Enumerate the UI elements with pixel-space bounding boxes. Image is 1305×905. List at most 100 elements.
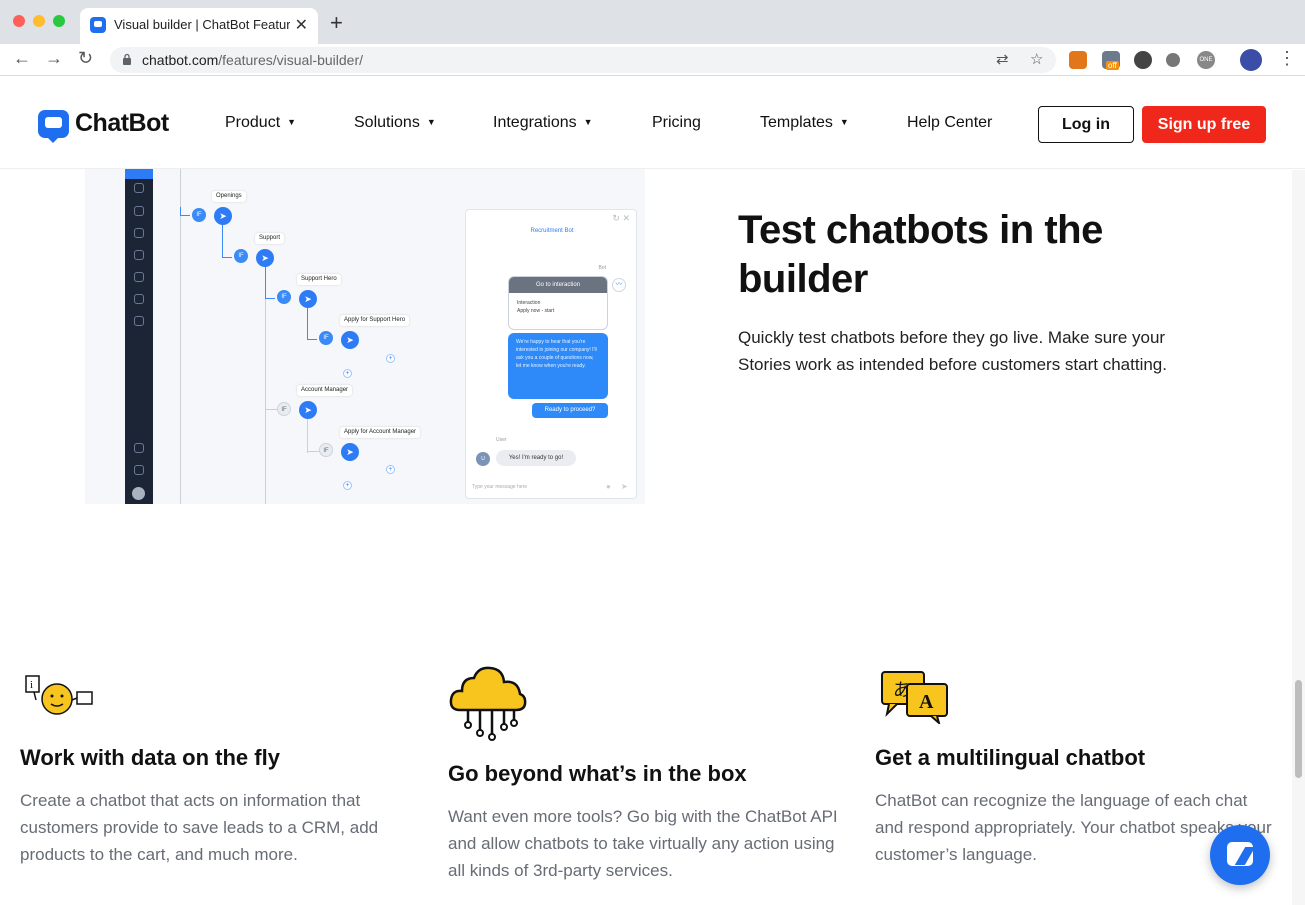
wave-icon: 〰 bbox=[612, 278, 626, 292]
settings-icon bbox=[134, 465, 144, 475]
nav-product[interactable]: Product ▼ bbox=[225, 114, 296, 132]
dropdown-caret-icon: ▼ bbox=[839, 117, 849, 127]
add-node-icon: + bbox=[343, 481, 352, 490]
nav-help-center[interactable]: Help Center bbox=[907, 114, 992, 132]
browser-toolbar: ← → ↻ chatbot.com/features/visual-builde… bbox=[0, 44, 1305, 76]
back-arrow-icon[interactable]: ← bbox=[13, 48, 31, 69]
feature-description: Want even more tools? Go big with the Ch… bbox=[448, 807, 838, 880]
nav-integrations[interactable]: Integrations ▼ bbox=[493, 114, 593, 132]
chat-preview-window: ↻ ✕ Recruitment Bot Bot Go to interactio… bbox=[465, 209, 637, 499]
send-node-icon: ➤ bbox=[299, 290, 317, 308]
nav-solutions[interactable]: Solutions ▼ bbox=[354, 114, 436, 132]
svg-text:i: i bbox=[30, 679, 33, 691]
send-icon: ➤ bbox=[621, 482, 628, 491]
chatbot-logo[interactable]: ChatBot bbox=[38, 109, 169, 143]
site-header: ChatBot Product ▼ Solutions ▼ Integrations… bbox=[0, 77, 1305, 169]
hero-description: Quickly test chatbots before they go liv… bbox=[738, 328, 1167, 374]
address-bar[interactable]: chatbot.com/features/visual-builder/ ⇄ ☆ bbox=[110, 47, 1056, 73]
feature-title: Get a multilingual chatbot bbox=[875, 745, 1146, 770]
chatbot-logo-icon bbox=[38, 109, 69, 143]
tab-title: Visual builder | ChatBot Features bbox=[114, 17, 290, 32]
chat-widget-button[interactable] bbox=[1210, 825, 1270, 885]
page-scrollbar[interactable] bbox=[1292, 170, 1305, 905]
extension-dot-icon[interactable] bbox=[1166, 53, 1180, 67]
send-node-icon: ➤ bbox=[256, 249, 274, 267]
close-icon: ↻ ✕ bbox=[612, 213, 630, 223]
extension-one-icon[interactable]: ONE bbox=[1197, 51, 1215, 69]
add-node-icon: + bbox=[343, 369, 352, 378]
feature-description: Create a chatbot that acts on informatio… bbox=[20, 791, 379, 864]
interaction-card: Go to interaction Interaction Apply now … bbox=[508, 276, 608, 330]
dropdown-caret-icon: ▼ bbox=[287, 117, 297, 127]
bot-label: Bot bbox=[598, 265, 606, 271]
chart-icon bbox=[134, 294, 144, 304]
login-button[interactable]: Log in bbox=[1038, 106, 1134, 143]
node-apply-support-hero: Apply for Support Hero bbox=[340, 315, 410, 326]
builder-avatar bbox=[132, 487, 145, 500]
quick-reply-button: Ready to proceed? bbox=[532, 403, 608, 418]
send-node-icon: ➤ bbox=[214, 207, 232, 225]
zoom-window-button[interactable] bbox=[53, 15, 65, 27]
send-node-icon: ➤ bbox=[299, 401, 317, 419]
visual-builder-screenshot: Openings IF ➤ Support IF ➤ Support Hero … bbox=[85, 169, 645, 504]
flow-icon bbox=[134, 183, 144, 193]
cloud-circuit-icon bbox=[449, 666, 527, 741]
browser-menu-icon[interactable]: ⋮ bbox=[1278, 48, 1296, 69]
user-avatar: U bbox=[476, 452, 490, 466]
hero-title: Test chatbots in the builder bbox=[738, 208, 1103, 301]
user-message: Yes! I'm ready to go! bbox=[496, 450, 576, 466]
bookmark-star-icon[interactable]: ☆ bbox=[1030, 50, 1043, 68]
signup-button[interactable]: Sign up free bbox=[1142, 106, 1266, 143]
close-tab-icon[interactable]: ✕ bbox=[295, 15, 308, 35]
svg-text:A: A bbox=[919, 691, 934, 713]
integrations-icon bbox=[134, 316, 144, 326]
if-node: IF bbox=[319, 443, 333, 457]
card-line: Apply now - start bbox=[517, 308, 555, 314]
extension-off-badge: off bbox=[1106, 61, 1119, 70]
history-icon bbox=[134, 272, 144, 282]
profile-avatar[interactable] bbox=[1240, 49, 1262, 71]
chat-icon bbox=[134, 228, 144, 238]
dropdown-caret-icon: ▼ bbox=[583, 117, 593, 127]
users-icon bbox=[134, 206, 144, 216]
if-node: IF bbox=[234, 249, 248, 263]
extension-circle-icon[interactable] bbox=[1134, 51, 1152, 69]
bot-message: We're happy to hear that you're interest… bbox=[508, 333, 608, 399]
browser-tab-bar: Visual builder | ChatBot Features ✕ + bbox=[0, 0, 1305, 44]
user-label: User bbox=[496, 437, 507, 443]
minimize-window-button[interactable] bbox=[33, 15, 45, 27]
browser-tab[interactable]: Visual builder | ChatBot Features ✕ bbox=[80, 8, 318, 44]
lock-icon bbox=[123, 53, 131, 65]
feature-title: Go beyond what’s in the box bbox=[448, 761, 747, 786]
scrollbar-thumb[interactable] bbox=[1295, 680, 1302, 778]
if-node: IF bbox=[277, 290, 291, 304]
add-node-icon: + bbox=[386, 354, 395, 363]
close-window-button[interactable] bbox=[13, 15, 25, 27]
if-node: IF bbox=[192, 208, 206, 222]
chatbot-favicon-icon bbox=[90, 17, 106, 33]
feature-title: Work with data on the fly bbox=[20, 745, 280, 770]
forward-arrow-icon[interactable]: → bbox=[45, 48, 63, 69]
node-support-hero: Support Hero bbox=[297, 274, 341, 285]
dropdown-caret-icon: ▼ bbox=[426, 117, 436, 127]
database-icon bbox=[134, 250, 144, 260]
metamask-extension-icon[interactable] bbox=[1069, 51, 1087, 69]
send-node-icon: ➤ bbox=[341, 443, 359, 461]
reload-icon[interactable]: ↻ bbox=[78, 48, 93, 69]
node-support: Support bbox=[255, 233, 285, 244]
node-openings: Openings bbox=[212, 191, 246, 202]
node-apply-account-manager: Apply for Account Manager bbox=[340, 427, 421, 438]
add-node-icon: + bbox=[386, 465, 395, 474]
card-line: Interaction bbox=[517, 300, 541, 306]
if-node: IF bbox=[277, 402, 291, 416]
nav-templates[interactable]: Templates ▼ bbox=[760, 114, 849, 132]
chat-preview-title: Recruitment Bot bbox=[530, 228, 574, 234]
node-account-manager: Account Manager bbox=[297, 385, 353, 396]
training-icon bbox=[134, 443, 144, 453]
builder-sidebar bbox=[125, 169, 153, 504]
nav-pricing[interactable]: Pricing bbox=[652, 114, 701, 132]
translate-icon[interactable]: ⇄ bbox=[996, 50, 1009, 68]
message-input: Type your message here bbox=[472, 484, 528, 490]
new-tab-icon[interactable]: + bbox=[330, 10, 343, 36]
microphone-icon: ● bbox=[606, 482, 611, 491]
